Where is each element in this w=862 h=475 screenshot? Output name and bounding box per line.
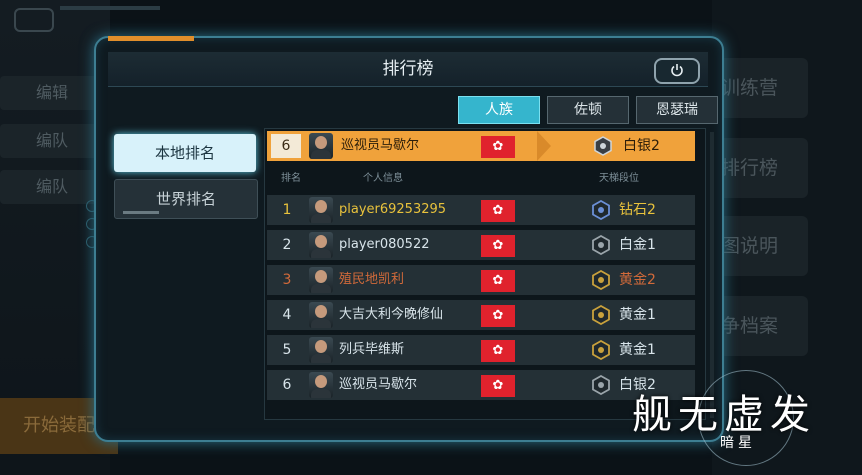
dialog-accent-bar: [108, 36, 194, 41]
ranking-row[interactable]: 1 player69253295 ✿ 钻石2: [267, 195, 695, 225]
player-tier: 白金1: [619, 237, 656, 253]
player-tier: 黄金1: [619, 342, 656, 358]
world-ranking-underline: [123, 211, 159, 214]
tab-human[interactable]: 人族: [458, 96, 540, 124]
background-divider: [60, 6, 160, 10]
header-rank: 排名: [281, 173, 301, 184]
row-rank: 4: [282, 307, 292, 323]
my-avatar: [309, 133, 333, 159]
flag-icon: ✿: [481, 340, 515, 362]
tier-badge-icon: [592, 235, 610, 255]
tier-badge-icon: [592, 340, 610, 360]
world-ranking-button[interactable]: 世界排名: [114, 179, 258, 219]
ranking-row[interactable]: 5 列兵毕维斯 ✿ 黄金1: [267, 335, 695, 365]
local-ranking-button[interactable]: 本地排名: [114, 134, 256, 172]
my-tier-badge-icon: [594, 136, 612, 156]
background-formation-button[interactable]: 编队: [0, 124, 104, 158]
header-info: 个人信息: [363, 173, 403, 184]
power-icon: [671, 64, 683, 77]
tab-zorton[interactable]: 佐顿: [547, 96, 629, 124]
row-rank: 6: [282, 377, 292, 393]
row-rank: 2: [282, 237, 292, 253]
tier-badge-icon: [592, 305, 610, 325]
ranking-scrollbar[interactable]: [710, 132, 714, 418]
my-name: 巡视员马歇尔: [341, 138, 420, 153]
ranking-row[interactable]: 2 player080522 ✿ 白金1: [267, 230, 695, 260]
tab-enserui[interactable]: 恩瑟瑞: [636, 96, 718, 124]
my-ranking-row[interactable]: 6 巡视员马歇尔 ✿ 白银2: [267, 131, 695, 161]
player-name: 巡视员马歇尔: [339, 377, 418, 392]
flag-icon: ✿: [481, 235, 515, 257]
player-name: player69253295: [339, 202, 447, 217]
world-ranking-label: 世界排名: [155, 190, 216, 208]
my-flag-icon: ✿: [481, 136, 515, 158]
tier-badge-icon: [592, 200, 610, 220]
background-edit-button[interactable]: 编辑: [0, 76, 104, 110]
my-tier: 白银2: [623, 138, 660, 154]
background-power-icon: [14, 8, 54, 32]
player-tier: 黄金1: [619, 307, 656, 323]
leaderboard-dialog: 排行榜 人族 佐顿 恩瑟瑞 本地排名 世界排名 6 巡视员马歇尔 ✿ 白银2 排…: [94, 36, 724, 442]
header-tier: 天梯段位: [599, 173, 639, 184]
ranking-panel[interactable]: 6 巡视员马歇尔 ✿ 白银2 排名 个人信息 天梯段位 1 player6925…: [264, 128, 706, 420]
ranking-row[interactable]: 3 殖民地凯利 ✿ 黄金2: [267, 265, 695, 295]
race-tabs: 人族 佐顿 恩瑟瑞: [458, 96, 718, 124]
row-rank: 5: [282, 342, 292, 358]
ranking-row[interactable]: 6 巡视员马歇尔 ✿ 白银2: [267, 370, 695, 400]
background-formation-button-2[interactable]: 编队: [0, 170, 104, 204]
my-rank: 6: [271, 134, 301, 158]
dialog-titlebar: 排行榜: [108, 52, 708, 87]
player-name: 大吉大利今晚修仙: [339, 307, 444, 322]
ranking-row[interactable]: 4 大吉大利今晚修仙 ✿ 黄金1: [267, 300, 695, 330]
row-rank: 1: [282, 202, 292, 218]
player-name: 列兵毕维斯: [339, 342, 405, 357]
player-name: player080522: [339, 237, 430, 252]
flag-icon: ✿: [481, 200, 515, 222]
watermark-subtitle: 暗星: [720, 435, 756, 451]
player-avatar: [309, 372, 333, 398]
player-avatar: [309, 232, 333, 258]
my-row-arrow: [537, 131, 551, 161]
tier-badge-icon: [592, 270, 610, 290]
ranking-header: 排名 个人信息 天梯段位: [265, 165, 705, 187]
player-avatar: [309, 197, 333, 223]
row-rank: 3: [282, 272, 292, 288]
player-name: 殖民地凯利: [339, 272, 405, 287]
player-tier: 钻石2: [619, 202, 656, 218]
dialog-title: 排行榜: [382, 59, 434, 79]
flag-icon: ✿: [481, 375, 515, 397]
tier-badge-icon: [592, 375, 610, 395]
player-avatar: [309, 302, 333, 328]
close-button[interactable]: [654, 58, 700, 84]
player-avatar: [309, 267, 333, 293]
flag-icon: ✿: [481, 305, 515, 327]
player-tier: 黄金2: [619, 272, 656, 288]
flag-icon: ✿: [481, 270, 515, 292]
player-avatar: [309, 337, 333, 363]
